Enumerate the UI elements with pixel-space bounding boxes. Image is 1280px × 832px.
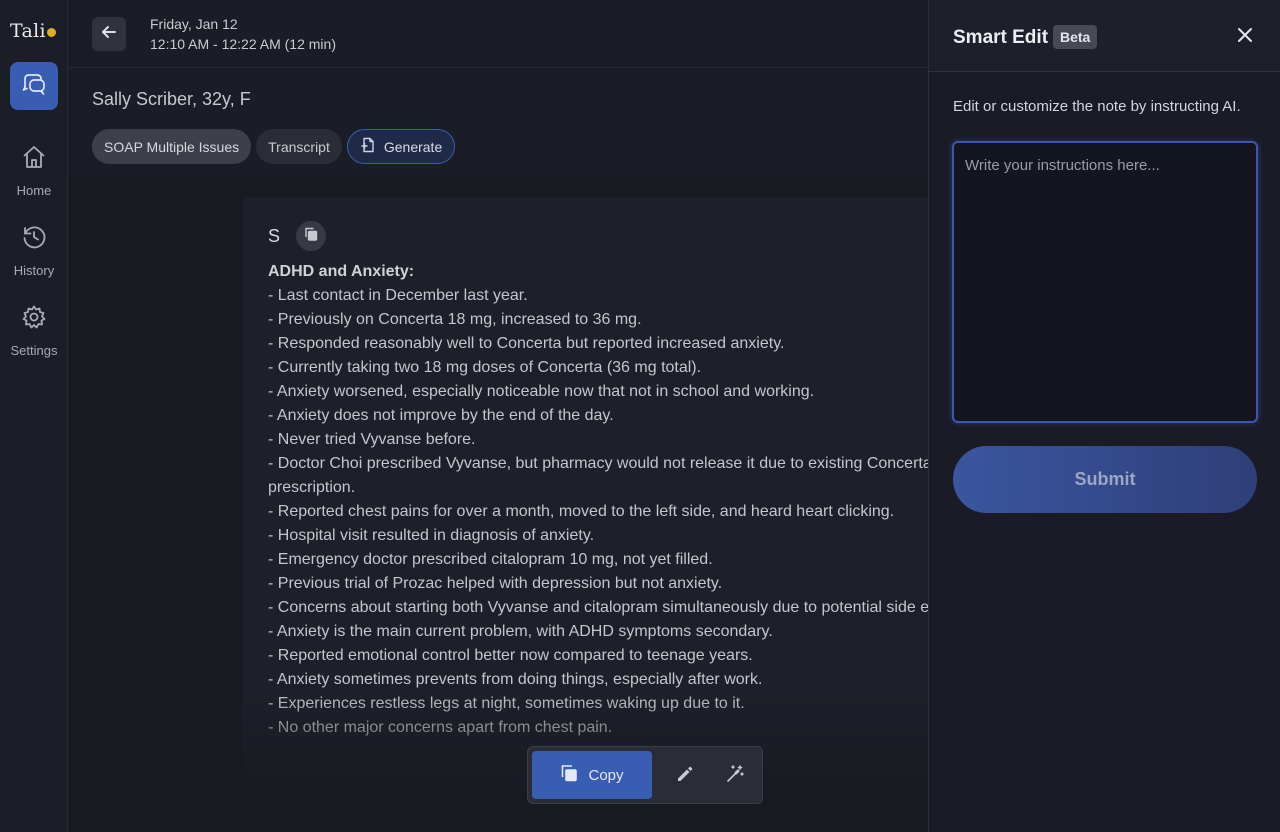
app-logo[interactable]: Tali <box>10 20 56 42</box>
note-tabs: SOAP Multiple Issues Transcript Generate <box>92 129 456 164</box>
copy-button[interactable]: Copy <box>532 751 652 799</box>
section-header: S <box>268 221 327 251</box>
instructions-input[interactable] <box>952 141 1258 423</box>
edit-button[interactable] <box>668 759 702 793</box>
main-content: Friday, Jan 12 12:10 AM - 12:22 AM (12 m… <box>68 0 928 832</box>
note-heading: ADHD and Anxiety: <box>268 263 415 280</box>
smart-edit-header: Smart Edit Beta <box>929 0 1280 72</box>
generate-label: Generate <box>383 138 443 155</box>
smart-edit-description: Edit or customize the note by instructin… <box>953 98 1241 115</box>
close-icon <box>1236 26 1254 49</box>
session-date: Friday, Jan 12 <box>150 16 238 32</box>
note-line: - Reported chest pains for over a month,… <box>268 503 895 520</box>
note-line: - Anxiety is the main current problem, w… <box>268 623 773 640</box>
smart-edit-panel: Smart Edit Beta Edit or customize the no… <box>928 0 1280 832</box>
note-line: - Never tried Vyvanse before. <box>268 431 476 448</box>
session-time-range: 12:10 AM - 12:22 AM (12 min) <box>150 36 336 52</box>
copy-icon <box>304 227 318 246</box>
note-line: - Previous trial of Prozac helped with d… <box>268 575 723 592</box>
section-letter: S <box>268 225 281 246</box>
beta-badge: Beta <box>1053 25 1098 49</box>
pencil-icon <box>676 765 694 788</box>
note-line: - Experiences restless legs at night, so… <box>268 695 745 712</box>
gear-icon <box>21 304 47 335</box>
tab-soap-multiple-issues[interactable]: SOAP Multiple Issues <box>92 129 252 164</box>
copy-section-button[interactable] <box>296 221 327 251</box>
generate-button[interactable]: Generate <box>346 129 456 164</box>
back-button[interactable] <box>92 17 126 51</box>
note-content-area: S ADHD and Anxiety: - Last contact in De… <box>68 176 928 832</box>
sidebar-item-settings[interactable]: Settings <box>0 304 68 358</box>
note-line: - Currently taking two 18 mg doses of Co… <box>268 359 702 376</box>
close-button[interactable] <box>1233 25 1257 49</box>
patient-summary: Sally Scriber, 32y, F <box>92 89 251 109</box>
sidebar-item-home[interactable]: Home <box>0 144 68 198</box>
note-line: prescription. <box>268 479 356 496</box>
note-line: - Anxiety worsened, especially noticeabl… <box>268 383 815 400</box>
note-body: ADHD and Anxiety: - Last contact in Dece… <box>268 260 928 740</box>
note-line: - Responded reasonably well to Concerta … <box>268 335 785 352</box>
document-add-icon <box>360 137 376 156</box>
home-icon <box>21 144 47 175</box>
tab-transcript[interactable]: Transcript <box>256 129 342 164</box>
copy-label: Copy <box>588 766 624 784</box>
smart-edit-button[interactable] <box>718 759 752 793</box>
session-header: Friday, Jan 12 12:10 AM - 12:22 AM (12 m… <box>68 0 928 68</box>
history-icon <box>21 224 47 255</box>
sidebar-item-history[interactable]: History <box>0 224 68 278</box>
note-card: S ADHD and Anxiety: - Last contact in De… <box>242 197 928 797</box>
sidebar: Tali Home History Settings <box>0 0 68 832</box>
note-line: - Concerns about starting both Vyvanse a… <box>268 599 928 616</box>
submit-button[interactable]: Submit <box>953 446 1257 513</box>
note-line: - Emergency doctor prescribed citalopram… <box>268 551 713 568</box>
sidebar-item-label: Home <box>16 183 52 198</box>
sidebar-item-label: Settings <box>10 343 58 358</box>
smart-edit-title: Smart Edit <box>953 27 1049 48</box>
note-line: - Previously on Concerta 18 mg, increase… <box>268 311 642 328</box>
note-line: - No other major concerns apart from che… <box>268 719 613 736</box>
note-line: - Doctor Choi prescribed Vyvanse, but ph… <box>268 455 928 472</box>
arrow-left-icon <box>100 23 118 46</box>
magic-wand-icon <box>725 764 745 789</box>
logo-dot <box>46 28 56 37</box>
note-line: - Anxiety does not improve by the end of… <box>268 407 614 424</box>
sidebar-item-sessions[interactable] <box>10 62 58 110</box>
note-line: - Reported emotional control better now … <box>268 647 753 664</box>
sidebar-item-label: History <box>13 263 55 278</box>
chat-bubbles-icon <box>21 71 47 102</box>
note-line: - Hospital visit resulted in diagnosis o… <box>268 527 595 544</box>
note-line: - Anxiety sometimes prevents from doing … <box>268 671 763 688</box>
note-actions-toolbar: Copy <box>527 746 763 804</box>
copy-icon <box>560 764 578 786</box>
note-line: - Last contact in December last year. <box>268 287 528 304</box>
